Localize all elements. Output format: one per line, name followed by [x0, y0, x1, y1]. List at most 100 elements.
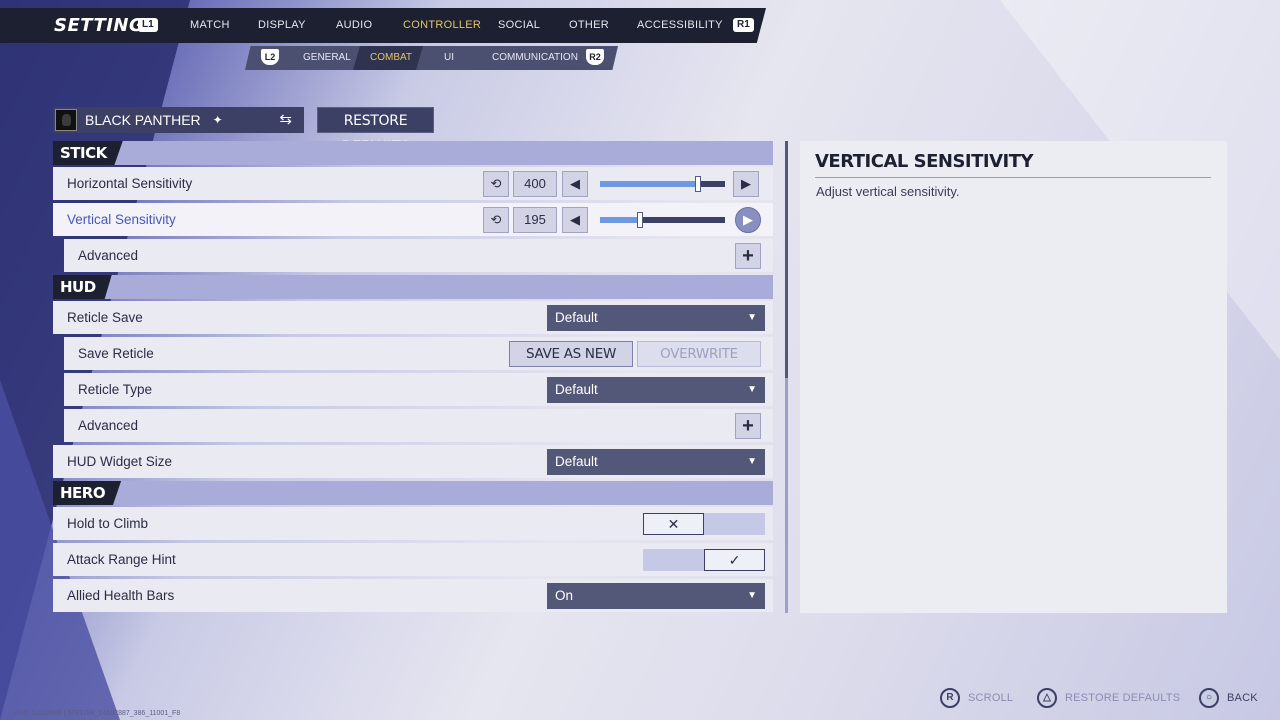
slider-thumb[interactable]: [637, 212, 643, 228]
setting-label: Vertical Sensitivity: [67, 212, 176, 227]
setting-row-reticle-type[interactable]: Reticle Type Default ▼: [64, 373, 773, 406]
setting-label: Hold to Climb: [67, 516, 149, 531]
right-stick-icon: R: [940, 688, 960, 708]
tab-display[interactable]: DISPLAY: [258, 19, 306, 31]
setting-row-attack-range-hint[interactable]: Attack Range Hint ✓: [53, 543, 773, 576]
decrease-arrow-icon[interactable]: ◀: [562, 171, 588, 197]
section-label: HUD: [53, 275, 112, 299]
r2-button-tag[interactable]: R2: [586, 49, 604, 65]
setting-label: Horizontal Sensitivity: [67, 176, 193, 191]
description-divider: [815, 177, 1211, 178]
increase-arrow-icon[interactable]: ▶: [735, 207, 761, 233]
subtab-general[interactable]: GENERAL: [303, 52, 351, 63]
sensitivity-slider[interactable]: [600, 176, 725, 192]
subtab-combat[interactable]: COMBAT: [370, 52, 412, 63]
section-header-hero: HERO: [53, 481, 773, 505]
tab-controller[interactable]: CONTROLLER: [403, 19, 481, 31]
controller-sub-tabs: L2 GENERAL COMBAT UI COMMUNICATION R2: [245, 46, 618, 70]
footer-label: SCROLL: [968, 692, 1014, 704]
dropdown-value: Default: [555, 310, 598, 325]
footer-label: BACK: [1227, 692, 1258, 704]
tab-accessibility[interactable]: ACCESSIBILITY: [637, 19, 723, 31]
attack-range-hint-toggle[interactable]: ✓: [643, 549, 765, 571]
expand-plus-icon[interactable]: +: [735, 243, 761, 269]
toggle-off-x-icon: ✕: [643, 513, 704, 535]
reticle-save-dropdown[interactable]: Default ▼: [547, 305, 765, 331]
description-title: VERTICAL SENSITIVITY: [815, 151, 1034, 172]
caret-down-icon: ▼: [747, 456, 757, 467]
hero-selector[interactable]: BLACK PANTHER ✦ ⇆: [53, 107, 304, 133]
settings-top-bar: SETTINGS L1 MATCH DISPLAY AUDIO CONTROLL…: [0, 8, 766, 43]
triangle-button-icon: △: [1037, 688, 1057, 708]
setting-row-hold-to-climb[interactable]: Hold to Climb ✕: [53, 507, 773, 540]
build-version-text: PS5: 11552888 | 5781788_14502887_386_110…: [14, 710, 181, 717]
settings-list[interactable]: STICK Horizontal Sensitivity ⟲ 400 ◀ ▶ V…: [53, 141, 773, 613]
setting-row-hud-advanced[interactable]: Advanced +: [64, 409, 773, 442]
increase-arrow-icon[interactable]: ▶: [733, 171, 759, 197]
setting-row-stick-advanced[interactable]: Advanced +: [64, 239, 773, 272]
setting-row-horizontal-sensitivity[interactable]: Horizontal Sensitivity ⟲ 400 ◀ ▶: [53, 167, 773, 200]
setting-label: Allied Health Bars: [67, 588, 175, 603]
sensitivity-value[interactable]: 195: [513, 207, 557, 233]
setting-label: Reticle Type: [78, 382, 153, 397]
expand-plus-icon[interactable]: +: [735, 413, 761, 439]
footer-scroll-hint[interactable]: R SCROLL: [940, 688, 1013, 708]
section-label: HERO: [53, 481, 122, 505]
footer-restore-defaults-hint[interactable]: △ RESTORE DEFAULTS: [1037, 688, 1180, 708]
setting-row-reticle-save[interactable]: Reticle Save Default ▼: [53, 301, 773, 334]
allied-health-bars-dropdown[interactable]: On ▼: [547, 583, 765, 609]
caret-down-icon: ▼: [747, 384, 757, 395]
tab-match[interactable]: MATCH: [190, 19, 230, 31]
setting-label: Advanced: [78, 418, 139, 433]
subtab-communication[interactable]: COMMUNICATION: [492, 52, 578, 63]
footer-back-hint[interactable]: ○ BACK: [1199, 688, 1258, 708]
caret-down-icon: ▼: [747, 312, 757, 323]
caret-down-icon: ▼: [747, 590, 757, 601]
setting-row-save-reticle[interactable]: Save Reticle SAVE AS NEW OVERWRITE: [64, 337, 773, 370]
hero-name: BLACK PANTHER: [85, 112, 201, 128]
r1-button-tag[interactable]: R1: [733, 18, 754, 32]
tab-audio[interactable]: AUDIO: [336, 19, 372, 31]
hero-portrait: [55, 109, 77, 131]
l1-button-tag[interactable]: L1: [138, 18, 158, 32]
scrollbar-thumb[interactable]: [785, 141, 788, 378]
setting-row-allied-health-bars[interactable]: Allied Health Bars On ▼: [53, 579, 773, 612]
reset-icon[interactable]: ⟲: [483, 207, 509, 233]
setting-row-vertical-sensitivity[interactable]: Vertical Sensitivity ⟲ 195 ◀ ▶: [53, 203, 773, 236]
setting-label: Advanced: [78, 248, 139, 263]
decrease-arrow-icon[interactable]: ◀: [562, 207, 588, 233]
dropdown-value: Default: [555, 382, 598, 397]
description-text: Adjust vertical sensitivity.: [816, 184, 960, 199]
description-panel: VERTICAL SENSITIVITY Adjust vertical sen…: [800, 141, 1227, 613]
overwrite-button[interactable]: OVERWRITE: [637, 341, 761, 367]
restore-defaults-button[interactable]: RESTORE DEFAULTS: [317, 107, 434, 155]
swap-icon[interactable]: ⇆: [279, 110, 292, 128]
tab-social[interactable]: SOCIAL: [498, 19, 540, 31]
setting-label: HUD Widget Size: [67, 454, 173, 469]
hud-widget-size-dropdown[interactable]: Default ▼: [547, 449, 765, 475]
sensitivity-slider[interactable]: [600, 212, 725, 228]
sensitivity-value[interactable]: 400: [513, 171, 557, 197]
reset-icon[interactable]: ⟲: [483, 171, 509, 197]
section-header-stick: STICK: [53, 141, 773, 165]
l2-button-tag[interactable]: L2: [261, 49, 279, 65]
dropdown-value: On: [555, 588, 574, 603]
setting-row-hud-widget-size[interactable]: HUD Widget Size Default ▼: [53, 445, 773, 478]
section-label: STICK: [53, 141, 123, 165]
tab-other[interactable]: OTHER: [569, 19, 609, 31]
slider-fill: [600, 181, 698, 187]
setting-label: Reticle Save: [67, 310, 143, 325]
toggle-on-check-icon: ✓: [704, 549, 765, 571]
setting-label: Attack Range Hint: [67, 552, 176, 567]
setting-label: Save Reticle: [78, 346, 154, 361]
subtab-ui[interactable]: UI: [444, 52, 454, 63]
hold-to-climb-toggle[interactable]: ✕: [643, 513, 765, 535]
diamond-star-icon: ✦: [212, 113, 223, 127]
reticle-type-dropdown[interactable]: Default ▼: [547, 377, 765, 403]
dropdown-value: Default: [555, 454, 598, 469]
save-as-new-button[interactable]: SAVE AS NEW: [509, 341, 633, 367]
circle-button-icon: ○: [1199, 688, 1219, 708]
slider-thumb[interactable]: [694, 176, 701, 192]
slider-fill: [600, 217, 640, 223]
settings-scrollbar[interactable]: [785, 141, 788, 613]
